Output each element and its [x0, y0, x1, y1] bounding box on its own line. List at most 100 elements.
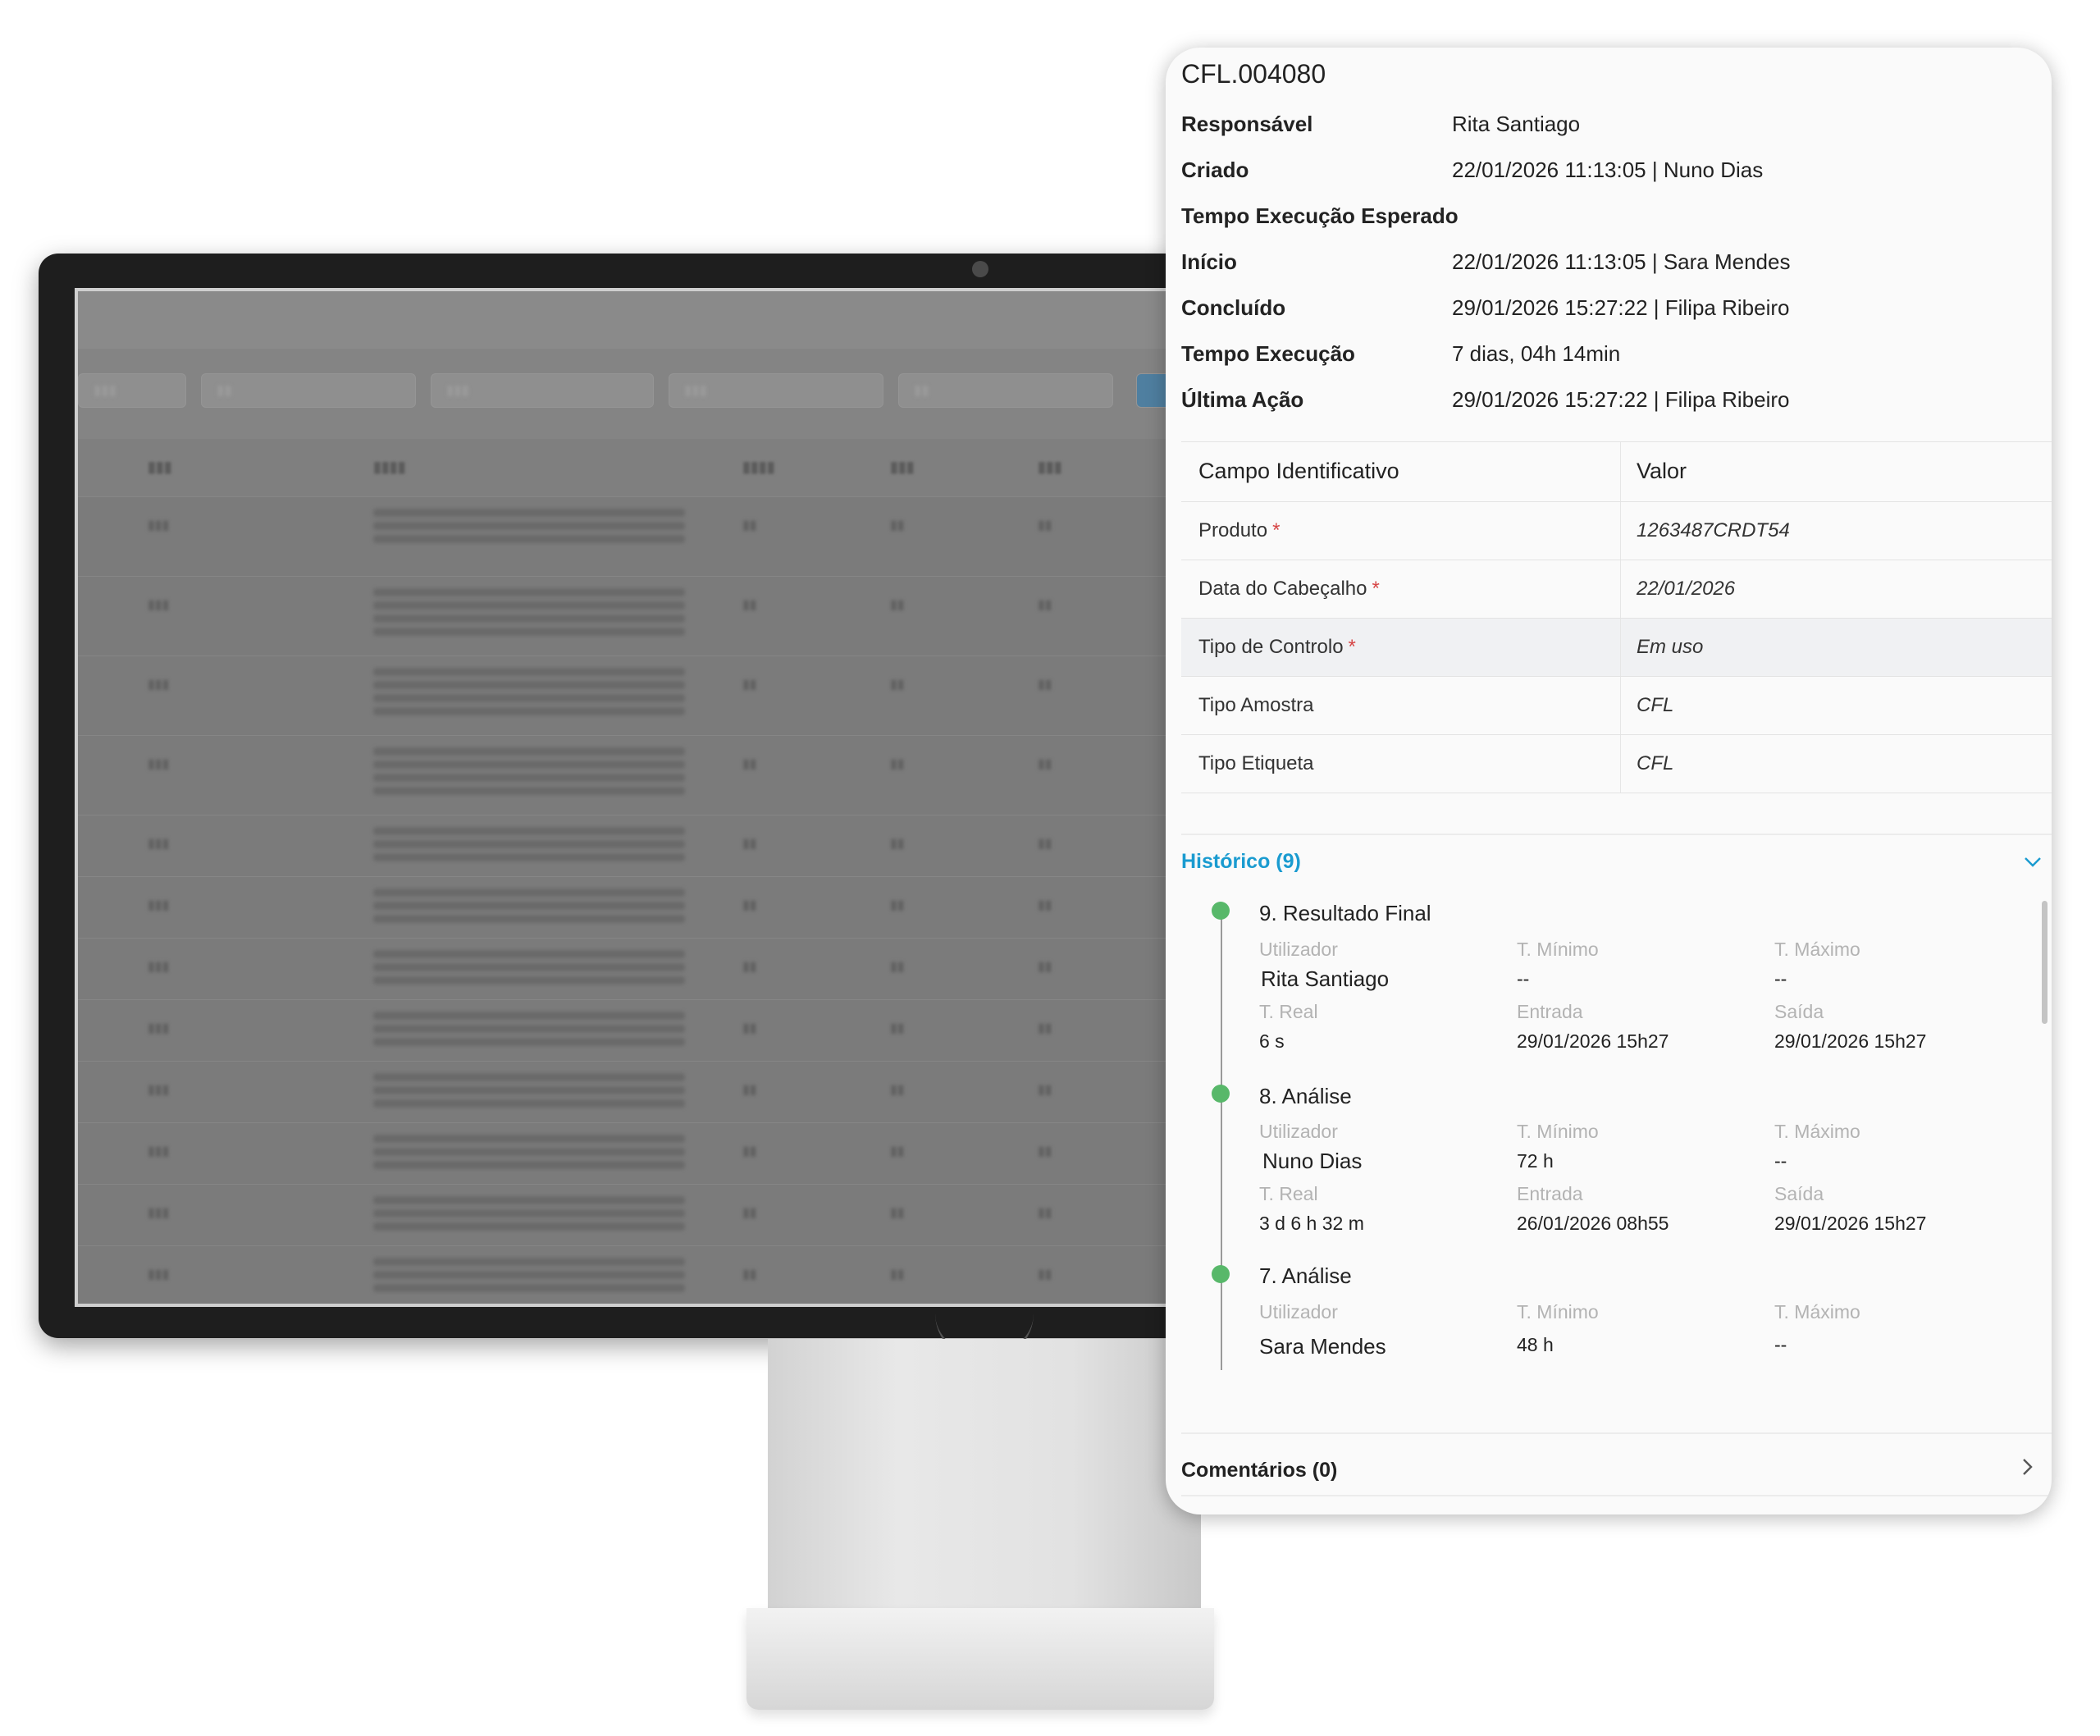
detail-panel: CFL.004080 Responsável Rita Santiago Cri…: [1166, 48, 2052, 1514]
blurred-filter: ▮▮: [201, 373, 416, 408]
blurred-filter: ▮▮▮: [669, 373, 883, 408]
field-name: Tipo Amostra: [1198, 694, 1314, 716]
step-entry: 26/01/2026 08h55: [1517, 1213, 1669, 1234]
blurred-table-body: ▮▮▮ ▮▮ ▮▮ ▮▮ ▮▮▮ ▮▮ ▮▮ ▮▮ ▮▮▮ ▮▮ ▮▮ ▮▮ ▮▮▮ ▮▮ ▮▮ ▮▮ …: [78, 497, 1217, 1304]
info-value: 29/01/2026 15:27:22 | Filipa Ribeiro: [1452, 387, 1790, 412]
history-step-title: 9. Resultado Final: [1259, 901, 1431, 925]
info-label: Concluído: [1181, 295, 1286, 320]
timeline-line: [1221, 909, 1222, 1370]
step-status-dot: [1212, 1085, 1230, 1103]
label-t-max: T. Máximo: [1774, 1121, 1860, 1142]
identifying-fields-table: Campo Identificativo Valor Produto * 1263…: [1181, 441, 2052, 793]
label-entry: Entrada: [1517, 1001, 1583, 1022]
step-t-min: --: [1517, 968, 1530, 989]
section-divider: [1181, 834, 2052, 835]
blurred-row: ▮▮▮ ▮▮ ▮▮ ▮▮: [78, 1000, 1217, 1062]
required-marker: *: [1272, 519, 1281, 541]
blurred-filter-bar: ▮▮▮ ▮▮ ▮▮▮ ▮▮▮ ▮▮: [78, 349, 1217, 439]
blurred-filter: ▮▮▮: [431, 373, 654, 408]
info-row-expected-time: Tempo Execução Esperado: [1181, 195, 2034, 241]
label-t-min: T. Mínimo: [1517, 1121, 1599, 1142]
table-row[interactable]: Tipo Amostra CFL: [1181, 677, 2052, 735]
label-user: Utilizador: [1259, 1301, 1338, 1323]
info-row-start: Início 22/01/2026 11:13:05 | Sara Mendes: [1181, 241, 2034, 287]
info-label: Tempo Execução: [1181, 341, 1355, 366]
section-divider: [1181, 1432, 2052, 1434]
field-name: Tipo de Controlo *: [1198, 636, 1356, 658]
step-exit: 29/01/2026 15h27: [1774, 1213, 1927, 1234]
history-scrollbar[interactable]: [2042, 901, 2048, 1024]
info-label: Criado: [1181, 158, 1249, 182]
step-exit: 29/01/2026 15h27: [1774, 1030, 1927, 1052]
column-header-value: Valor: [1637, 459, 1687, 483]
info-row-execution-time: Tempo Execução 7 dias, 04h 14min: [1181, 333, 2034, 379]
field-value: 1263487CRDT54: [1637, 519, 1790, 541]
blurred-row: ▮▮▮ ▮▮ ▮▮ ▮▮: [78, 577, 1217, 656]
step-status-dot: [1212, 1265, 1230, 1283]
step-user: Nuno Dias: [1262, 1149, 1363, 1173]
label-t-real: T. Real: [1259, 1001, 1318, 1022]
blurred-row: ▮▮▮ ▮▮ ▮▮ ▮▮: [78, 1246, 1217, 1304]
step-t-min: 48 h: [1517, 1334, 1554, 1355]
step-entry: 29/01/2026 15h27: [1517, 1030, 1669, 1052]
blurred-row: ▮▮▮ ▮▮ ▮▮ ▮▮: [78, 815, 1217, 877]
step-t-max: --: [1774, 968, 1787, 989]
column-header-field: Campo Identificativo: [1198, 459, 1399, 483]
table-row[interactable]: Tipo de Controlo * Em uso: [1181, 619, 2052, 677]
step-t-real: 3 d 6 h 32 m: [1259, 1213, 1364, 1234]
step-t-real: 6 s: [1259, 1030, 1285, 1052]
label-t-min: T. Mínimo: [1517, 939, 1599, 960]
blurred-row: ▮▮▮ ▮▮ ▮▮ ▮▮: [78, 1062, 1217, 1123]
info-label: Responsável: [1181, 112, 1313, 136]
history-step-title: 8. Análise: [1259, 1084, 1352, 1108]
table-header-row: Campo Identificativo Valor: [1181, 442, 2052, 502]
comments-section-toggle[interactable]: Comentários (0): [1181, 1459, 1337, 1482]
history-step-title: 7. Análise: [1259, 1263, 1352, 1288]
monitor-stand-neck: [768, 1339, 1201, 1614]
blurred-row: ▮▮▮ ▮▮ ▮▮ ▮▮: [78, 1185, 1217, 1246]
blurred-table-header: ▮▮▮ ▮▮▮▮ ▮▮▮▮ ▮▮▮ ▮▮▮: [78, 439, 1217, 497]
required-marker: *: [1348, 636, 1356, 658]
blurred-row: ▮▮▮ ▮▮ ▮▮ ▮▮: [78, 656, 1217, 736]
field-name: Produto *: [1198, 519, 1281, 541]
step-user: Sara Mendes: [1259, 1334, 1386, 1359]
label-entry: Entrada: [1517, 1183, 1583, 1204]
info-row-created: Criado 22/01/2026 11:13:05 | Nuno Dias: [1181, 149, 2034, 195]
field-name: Tipo Etiqueta: [1198, 752, 1314, 774]
field-value: CFL: [1637, 694, 1674, 716]
camera: [972, 261, 988, 277]
label-t-real: T. Real: [1259, 1183, 1318, 1204]
blurred-row: ▮▮▮ ▮▮ ▮▮ ▮▮: [78, 939, 1217, 1000]
info-row-responsible: Responsável Rita Santiago: [1181, 103, 2034, 149]
blurred-row: ▮▮▮ ▮▮ ▮▮ ▮▮: [78, 877, 1217, 939]
table-row[interactable]: Tipo Etiqueta CFL: [1181, 735, 2052, 793]
info-label: Início: [1181, 249, 1237, 274]
info-row-completed: Concluído 29/01/2026 15:27:22 | Filipa R…: [1181, 287, 2034, 333]
section-divider: [1181, 1495, 2052, 1496]
history-section-toggle[interactable]: Histórico (9): [1181, 850, 1301, 874]
step-t-min: 72 h: [1517, 1150, 1554, 1172]
background-app-screen: ▮▮▮ ▮▮ ▮▮▮ ▮▮▮ ▮▮ ▮▮▮ ▮▮▮▮ ▮▮▮▮ ▮▮▮ ▮▮▮ …: [75, 288, 1220, 1307]
label-t-max: T. Máximo: [1774, 939, 1860, 960]
chevron-right-icon[interactable]: [2022, 1455, 2034, 1482]
step-status-dot: [1212, 902, 1230, 920]
info-value: Rita Santiago: [1452, 112, 1581, 136]
blurred-filter: ▮▮▮: [78, 373, 186, 408]
chevron-down-icon[interactable]: [2024, 852, 2042, 873]
blurred-row: ▮▮▮ ▮▮ ▮▮ ▮▮: [78, 736, 1217, 815]
table-row[interactable]: Produto * 1263487CRDT54: [1181, 502, 2052, 560]
step-user: Rita Santiago: [1261, 966, 1390, 991]
field-value: Em uso: [1637, 636, 1704, 658]
label-user: Utilizador: [1259, 939, 1338, 960]
blurred-row: ▮▮▮ ▮▮ ▮▮ ▮▮: [78, 497, 1217, 577]
table-row[interactable]: Data do Cabeçalho * 22/01/2026: [1181, 560, 2052, 619]
info-row-last-action: Última Ação 29/01/2026 15:27:22 | Filipa…: [1181, 379, 2034, 425]
info-value: 29/01/2026 15:27:22 | Filipa Ribeiro: [1452, 295, 1790, 320]
label-user: Utilizador: [1259, 1121, 1338, 1142]
info-value: 7 dias, 04h 14min: [1452, 341, 1621, 366]
record-id-title: CFL.004080: [1181, 59, 1326, 89]
field-value: CFL: [1637, 752, 1674, 774]
info-label: Tempo Execução Esperado: [1181, 203, 1459, 228]
step-t-max: --: [1774, 1334, 1787, 1355]
monitor-stand-base: [746, 1608, 1214, 1710]
